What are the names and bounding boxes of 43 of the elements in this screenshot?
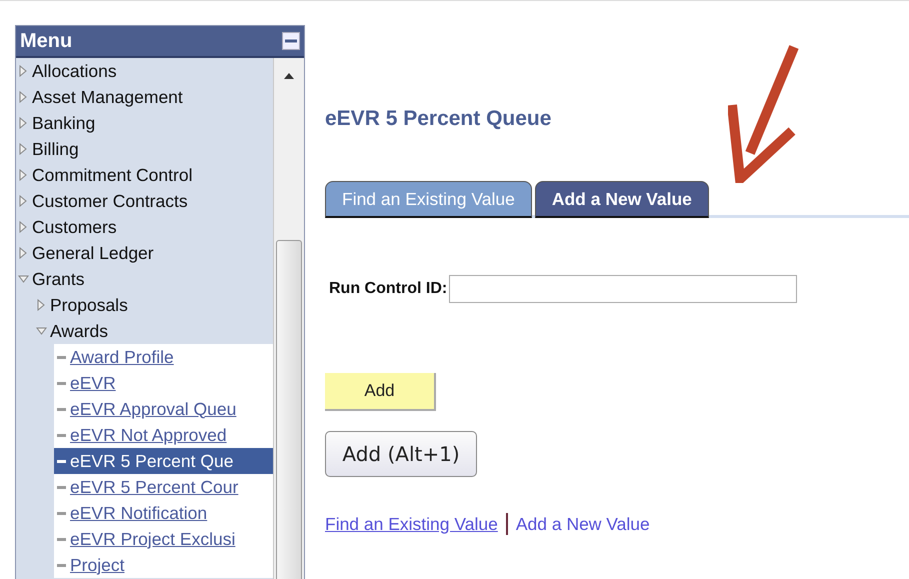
caret-right-icon xyxy=(18,221,29,233)
add-button[interactable]: Add xyxy=(325,373,436,411)
menu-item[interactable]: Asset Management xyxy=(16,84,273,110)
menu-link[interactable]: eEVR xyxy=(54,370,273,396)
menu-item[interactable]: Billing xyxy=(16,136,273,162)
menu-item[interactable]: Awards xyxy=(16,318,273,344)
menu-title: Menu xyxy=(20,30,72,52)
menu-item[interactable]: Commitment Control xyxy=(16,162,273,188)
scroll-up-icon[interactable] xyxy=(283,72,295,80)
menu-link[interactable]: Award Profile xyxy=(54,344,273,370)
collapse-icon[interactable] xyxy=(282,32,300,50)
menu-link[interactable]: eEVR 5 Percent Cour xyxy=(54,474,273,500)
link[interactable]: Find an Existing Value xyxy=(325,514,498,534)
menu-item[interactable]: Banking xyxy=(16,110,273,136)
add-button[interactable]: Add (Alt+1) xyxy=(325,431,477,477)
caret-right-icon xyxy=(18,91,29,103)
caret-right-icon xyxy=(18,169,29,181)
menu-link[interactable]: eEVR Notification xyxy=(54,500,273,526)
menu-item[interactable]: Customers xyxy=(16,214,273,240)
input-field[interactable] xyxy=(449,275,798,303)
menu-link[interactable]: eEVR Project Exclusi xyxy=(54,526,273,552)
caret-right-icon xyxy=(18,117,29,129)
menu-item[interactable]: Allocations xyxy=(16,58,273,84)
menu-link[interactable]: eEVR Not Approved xyxy=(54,422,273,448)
caret-right-icon xyxy=(18,247,29,259)
menu-link[interactable]: Project xyxy=(54,552,273,578)
caret-right-icon xyxy=(18,143,29,155)
caret-right-icon xyxy=(18,65,29,77)
menu-link[interactable]: eEVR Approval Queu xyxy=(54,396,273,422)
menu-item[interactable]: General Ledger xyxy=(16,240,273,266)
page-title: eEVR 5 Percent Queue xyxy=(325,107,552,131)
caret-right-icon xyxy=(18,195,29,207)
menu-item[interactable]: Grants xyxy=(16,266,273,292)
menu-link[interactable]: eEVR 5 Percent Que xyxy=(54,448,273,474)
menu-item[interactable]: Customer Contracts xyxy=(16,188,273,214)
caret-right-icon xyxy=(36,299,47,311)
field-label: Run Control ID: xyxy=(329,280,448,298)
tab[interactable]: Add a New Value xyxy=(534,181,709,218)
caret-down-icon xyxy=(18,273,29,285)
menu-item[interactable]: Proposals xyxy=(16,292,273,318)
caret-down-icon xyxy=(36,325,47,337)
link[interactable]: Add a New Value xyxy=(516,514,650,534)
scrollbar[interactable] xyxy=(273,58,304,579)
